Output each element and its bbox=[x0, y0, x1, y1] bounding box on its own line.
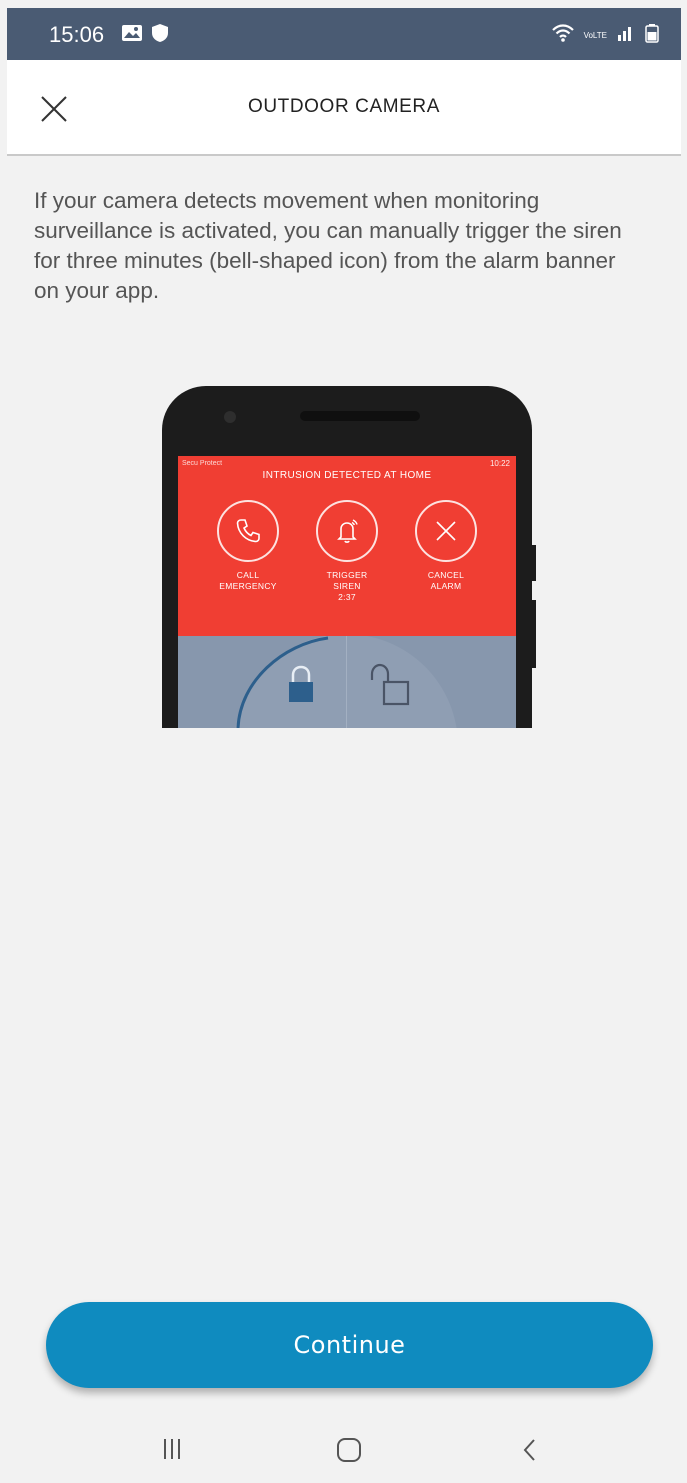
status-bar: 15:06 VoLTE bbox=[7, 8, 681, 60]
recents-button[interactable] bbox=[160, 1435, 184, 1468]
phone-camera bbox=[224, 411, 236, 423]
phone-illustration: Secu Protect 10:22 INTRUSION DETECTED AT… bbox=[162, 386, 532, 728]
banner-title: INTRUSION DETECTED AT HOME bbox=[262, 470, 432, 481]
action-label: CANCEL ALARM bbox=[427, 570, 465, 591]
battery-icon bbox=[645, 23, 659, 48]
nav-bar bbox=[7, 1417, 681, 1483]
action-label: TRIGGER SIREN 2:37 bbox=[326, 570, 368, 602]
arm-controls bbox=[178, 636, 516, 728]
continue-button[interactable]: Continue bbox=[46, 1302, 653, 1388]
phone-icon bbox=[236, 519, 260, 543]
arm-dial-ring bbox=[235, 636, 457, 728]
lock-closed-icon bbox=[289, 665, 313, 702]
lock-open-icon bbox=[370, 663, 410, 706]
volte-icon: VoLTE bbox=[583, 30, 607, 40]
header: OUTDOOR CAMERA bbox=[7, 60, 681, 156]
status-time: 15:06 bbox=[49, 22, 105, 47]
trigger-siren-action: TRIGGER SIREN 2:37 bbox=[307, 500, 387, 603]
home-button[interactable] bbox=[334, 1435, 364, 1470]
back-button[interactable] bbox=[520, 1435, 540, 1470]
description-text: If your camera detects movement when mon… bbox=[34, 188, 622, 303]
mini-status-right: 10:22 bbox=[489, 459, 510, 468]
wifi-icon bbox=[551, 23, 575, 48]
call-emergency-action: CALL EMERGENCY bbox=[208, 500, 288, 592]
alarm-banner: Secu Protect 10:22 INTRUSION DETECTED AT… bbox=[178, 456, 516, 636]
phone-screen: Secu Protect 10:22 INTRUSION DETECTED AT… bbox=[178, 456, 516, 728]
bell-icon bbox=[337, 519, 358, 543]
cancel-alarm-action: CANCEL ALARM bbox=[406, 500, 486, 592]
x-icon bbox=[436, 521, 456, 541]
gallery-icon bbox=[121, 24, 143, 47]
phone-speaker bbox=[300, 411, 420, 421]
back-icon bbox=[523, 1439, 535, 1461]
recents-icon bbox=[164, 1439, 180, 1459]
shield-icon bbox=[151, 23, 169, 48]
home-icon bbox=[337, 1438, 361, 1462]
page-title: OUTDOOR CAMERA bbox=[247, 96, 441, 117]
signal-icon bbox=[616, 24, 636, 47]
action-label: CALL EMERGENCY bbox=[219, 570, 277, 591]
mini-status-left: Secu Protect bbox=[182, 460, 223, 467]
